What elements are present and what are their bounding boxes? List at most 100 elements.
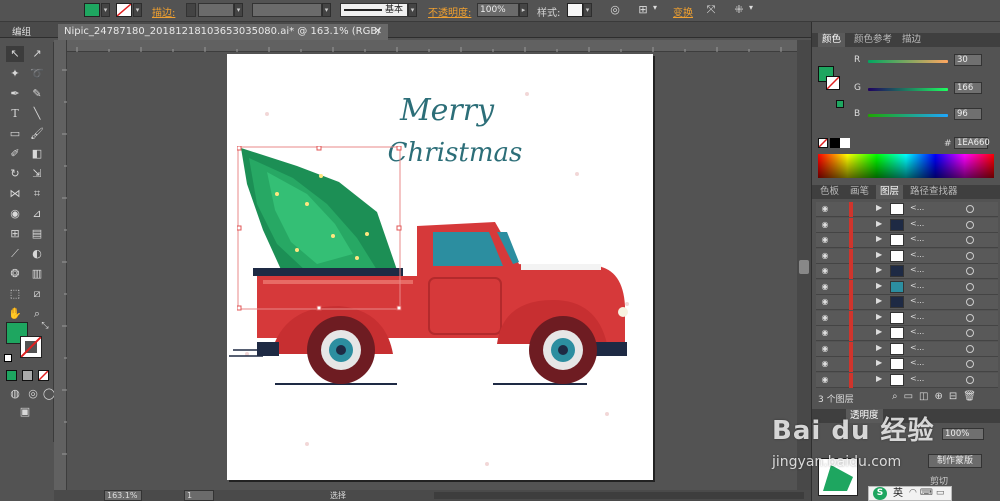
style-dropdown[interactable]: ▾	[583, 3, 592, 17]
visibility-eye-icon[interactable]: ◉	[819, 359, 831, 369]
channel-g-slider[interactable]	[868, 88, 948, 91]
layer-name[interactable]: <...	[910, 374, 924, 383]
align-dropdown-icon[interactable]: ▾	[650, 3, 660, 12]
close-tab-icon[interactable]: ✕	[374, 24, 382, 40]
channel-b-input[interactable]: 96	[954, 108, 982, 120]
color-mode-icon[interactable]	[6, 370, 17, 381]
visibility-eye-icon[interactable]: ◉	[819, 282, 831, 292]
isolate-icon[interactable]: ⤧	[704, 3, 718, 17]
document-tab[interactable]: Nipic_24787180_20181218103653035080.ai* …	[58, 24, 388, 53]
target-circle-icon[interactable]	[966, 360, 974, 368]
type-tool-icon[interactable]: T	[6, 106, 24, 122]
artboard[interactable]: Merry Christmas	[227, 54, 653, 480]
out-of-gamut-swatch[interactable]	[836, 100, 844, 108]
expand-arrow-icon[interactable]: ▶	[876, 219, 882, 228]
column-graph-tool-icon[interactable]: ▥	[28, 266, 46, 282]
none-swatch[interactable]	[818, 138, 828, 148]
fill-dropdown[interactable]: ▾	[101, 3, 110, 17]
expand-arrow-icon[interactable]: ▶	[876, 296, 882, 305]
layer-row[interactable]: ◉ ▶ <...	[816, 310, 998, 326]
visibility-eye-icon[interactable]: ◉	[819, 328, 831, 338]
layer-name[interactable]: <...	[910, 265, 924, 274]
expand-arrow-icon[interactable]: ▶	[876, 265, 882, 274]
stroke-weight-input[interactable]	[198, 3, 234, 17]
default-colors-icon[interactable]	[4, 354, 12, 362]
rotate-tool-icon[interactable]: ↻	[6, 166, 24, 182]
layer-name[interactable]: <...	[910, 358, 924, 367]
expand-arrow-icon[interactable]: ▶	[876, 358, 882, 367]
expand-arrow-icon[interactable]: ▶	[876, 250, 882, 259]
mesh-tool-icon[interactable]: ⊞	[6, 226, 24, 242]
stroke-weight-stepper[interactable]	[186, 3, 196, 17]
line-tool-icon[interactable]: ╲	[28, 106, 46, 122]
layer-row[interactable]: ◉ ▶ <...	[816, 217, 998, 233]
tab-stroke[interactable]: 描边	[898, 33, 925, 47]
target-circle-icon[interactable]	[966, 236, 974, 244]
expand-arrow-icon[interactable]: ▶	[876, 343, 882, 352]
opacity-dropdown[interactable]: ▸	[519, 3, 528, 17]
target-circle-icon[interactable]	[966, 344, 974, 353]
target-circle-icon[interactable]	[966, 329, 974, 337]
layer-row[interactable]: ◉ ▶ <...	[816, 264, 998, 279]
variable-width-dropdown[interactable]: ▾	[322, 3, 331, 17]
expand-arrow-icon[interactable]: ▶	[876, 281, 882, 290]
swap-colors-icon[interactable]: ⤡	[36, 318, 54, 334]
opacity-input[interactable]: 100%	[477, 3, 519, 17]
style-swatch[interactable]	[567, 3, 583, 17]
layer-name[interactable]: <...	[910, 250, 924, 259]
channel-r-slider[interactable]	[868, 60, 948, 63]
horizontal-ruler[interactable]	[67, 40, 797, 52]
direct-selection-tool-icon[interactable]: ↗	[28, 46, 46, 62]
selection-tool-icon[interactable]: ↖	[6, 46, 24, 62]
zoom-input[interactable]: 163.1%	[104, 490, 142, 501]
tab-color[interactable]: 颜色	[818, 33, 846, 47]
stroke-label[interactable]: 描边:	[152, 4, 175, 19]
gradient-mode-icon[interactable]	[22, 370, 33, 381]
transparency-opacity-input[interactable]: 100%	[942, 428, 984, 440]
layer-row[interactable]: ◉ ▶ <...	[816, 279, 998, 295]
magic-wand-tool-icon[interactable]: ✦	[6, 66, 24, 82]
draw-mode-icon[interactable]: ◍	[6, 386, 24, 402]
expand-arrow-icon[interactable]: ▶	[876, 203, 882, 212]
ime-toolbar[interactable]: S 英 ◠⌨▭	[868, 486, 952, 501]
layer-name[interactable]: <...	[910, 327, 924, 336]
stroke-color-icon[interactable]	[20, 336, 42, 358]
arrange-icon[interactable]: ⁜	[732, 3, 746, 16]
target-circle-icon[interactable]	[966, 251, 974, 260]
layer-name[interactable]: <...	[910, 234, 924, 243]
target-circle-icon[interactable]	[966, 267, 974, 275]
layer-name[interactable]: <...	[910, 343, 924, 352]
channel-r-input[interactable]: 30	[954, 54, 982, 66]
target-circle-icon[interactable]	[966, 282, 974, 291]
layer-row[interactable]: ◉ ▶ <...	[816, 372, 998, 388]
layer-action-icons[interactable]: ⌕▭◫⊕⊟🗑	[892, 391, 982, 402]
tab-layers[interactable]: 图层	[876, 185, 904, 199]
free-transform-tool-icon[interactable]: ⌗	[28, 186, 46, 202]
ime-logo-icon[interactable]: S	[873, 487, 887, 500]
stroke-weight-dropdown[interactable]: ▾	[234, 3, 243, 17]
pen-tool-icon[interactable]: ✒	[6, 86, 24, 102]
align-icon[interactable]: ⊞	[636, 3, 650, 16]
symbol-sprayer-tool-icon[interactable]: ❂	[6, 266, 24, 282]
color-spectrum[interactable]	[818, 154, 994, 178]
none-mode-icon[interactable]	[38, 370, 49, 381]
stroke-swatch[interactable]	[116, 3, 132, 17]
layer-row[interactable]: ◉ ▶ <...	[816, 202, 998, 217]
visibility-eye-icon[interactable]: ◉	[819, 266, 831, 276]
white-swatch[interactable]	[840, 138, 850, 148]
variable-width-select[interactable]	[252, 3, 322, 17]
horizontal-scrollbar[interactable]	[434, 492, 804, 499]
tab-color-guide[interactable]: 颜色参考	[850, 33, 896, 47]
layer-name[interactable]: <...	[910, 312, 924, 321]
width-tool-icon[interactable]: ⋈	[6, 186, 24, 202]
expand-arrow-icon[interactable]: ▶	[876, 327, 882, 336]
stroke-dropdown[interactable]: ▾	[133, 3, 142, 17]
pencil-tool-icon[interactable]: ✐	[6, 146, 24, 162]
layer-row[interactable]: ◉ ▶ <...	[816, 233, 998, 248]
ime-tool-icons[interactable]: ◠⌨▭	[909, 487, 947, 500]
target-circle-icon[interactable]	[966, 375, 974, 384]
expand-arrow-icon[interactable]: ▶	[876, 234, 882, 243]
layer-name[interactable]: <...	[910, 281, 924, 290]
visibility-eye-icon[interactable]: ◉	[819, 204, 831, 214]
vertical-ruler[interactable]	[54, 40, 67, 490]
